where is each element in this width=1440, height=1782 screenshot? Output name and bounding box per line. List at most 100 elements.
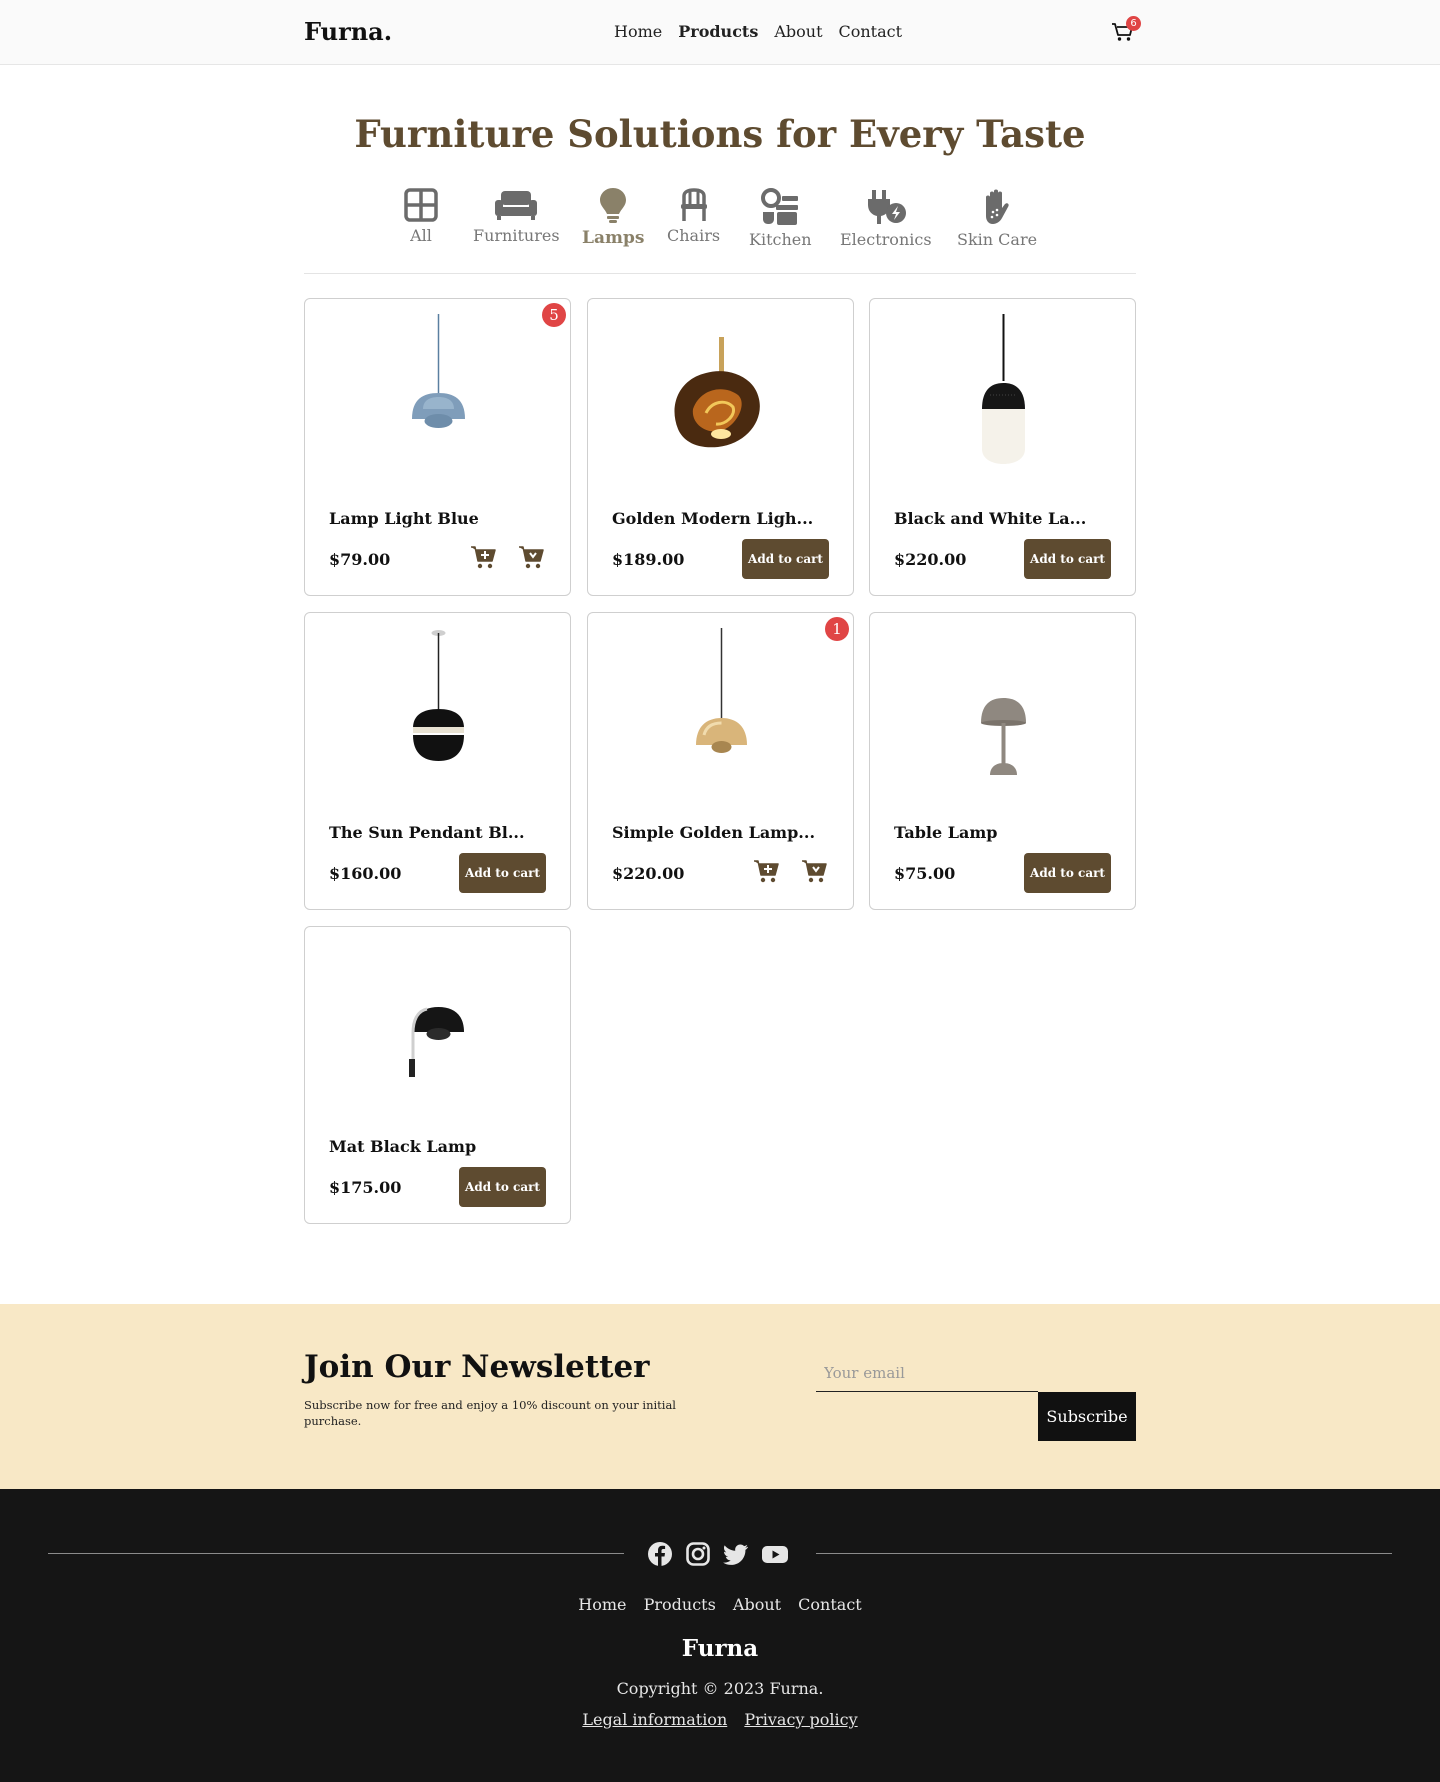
product-card[interactable]: Golden Modern Ligh... $189.00 Add to car… <box>587 298 854 596</box>
category-label: All <box>410 226 432 245</box>
youtube-link[interactable] <box>761 1541 789 1567</box>
nav-contact[interactable]: Contact <box>839 22 903 41</box>
in-cart-count-badge: 5 <box>542 303 566 327</box>
product-card[interactable]: 5 Lamp Light Blue $79.00 <box>304 298 571 596</box>
email-field[interactable] <box>816 1354 1038 1392</box>
footer-divider <box>48 1553 624 1554</box>
nav-home[interactable]: Home <box>614 22 662 41</box>
product-card[interactable]: Mat Black Lamp $175.00 Add to cart <box>304 926 571 1224</box>
twitter-icon <box>723 1544 748 1565</box>
category-label: Skin Care <box>957 230 1038 249</box>
grid-icon <box>404 188 438 222</box>
add-to-cart-button[interactable]: Add to cart <box>459 853 546 893</box>
footer-divider <box>816 1553 1392 1554</box>
newsletter-title: Join Our Newsletter <box>304 1349 650 1385</box>
category-all[interactable]: All <box>404 188 438 245</box>
copyright-text: Copyright © 2023 Furna. <box>616 1679 824 1698</box>
legal-links: Legal information Privacy policy <box>0 1710 1440 1729</box>
instagram-icon <box>686 1542 710 1566</box>
product-image <box>409 1007 464 1077</box>
product-image <box>981 698 1026 775</box>
product-price: $220.00 <box>612 864 685 883</box>
product-name: Golden Modern Ligh... <box>612 509 814 528</box>
product-name: Table Lamp <box>894 823 998 842</box>
cart-button[interactable]: 6 <box>1110 16 1141 44</box>
footer-brand: Furna <box>681 1635 759 1662</box>
instagram-link[interactable] <box>685 1541 711 1567</box>
product-name: Mat Black Lamp <box>329 1137 477 1156</box>
add-one-button[interactable] <box>753 857 781 885</box>
cart-remove-icon <box>802 860 827 883</box>
add-to-cart-button[interactable]: Add to cart <box>742 539 829 579</box>
hand-icon <box>986 189 1009 224</box>
subscribe-button[interactable]: Subscribe <box>1038 1392 1136 1441</box>
newsletter-text: Subscribe now for free and enjoy a 10% d… <box>304 1398 676 1428</box>
category-tabs: All Furnitures Lamps Chairs Kitchen Elec… <box>304 188 1136 274</box>
in-cart-count-badge: 1 <box>825 617 849 641</box>
product-image <box>413 630 464 761</box>
youtube-icon <box>762 1546 788 1563</box>
social-links <box>647 1541 789 1567</box>
product-card[interactable]: The Sun Pendant Bl... $160.00 Add to car… <box>304 612 571 910</box>
cart-quantity-controls <box>753 857 829 885</box>
footer-nav: Home Products About Contact <box>0 1595 1440 1614</box>
footer-nav-products[interactable]: Products <box>644 1595 716 1614</box>
privacy-policy-link[interactable]: Privacy policy <box>744 1710 857 1729</box>
add-one-button[interactable] <box>470 543 498 571</box>
category-furnitures[interactable]: Furnitures <box>473 188 560 245</box>
add-to-cart-button[interactable]: Add to cart <box>459 1167 546 1207</box>
product-card[interactable]: Table Lamp $75.00 Add to cart <box>869 612 1136 910</box>
product-image <box>412 314 465 428</box>
twitter-link[interactable] <box>723 1541 749 1567</box>
product-name: The Sun Pendant Bl... <box>329 823 525 842</box>
facebook-link[interactable] <box>647 1541 673 1567</box>
footer-nav-about[interactable]: About <box>733 1595 781 1614</box>
cart-remove-icon <box>519 546 544 569</box>
category-label: Electronics <box>840 230 932 249</box>
product-name: Black and White La... <box>894 509 1087 528</box>
product-image <box>982 314 1025 464</box>
footer-nav-contact[interactable]: Contact <box>798 1595 862 1614</box>
legal-information-link[interactable]: Legal information <box>582 1710 727 1729</box>
facebook-icon <box>648 1542 672 1566</box>
site-header: Furna. Home Products About Contact 6 <box>0 0 1440 65</box>
remove-one-button[interactable] <box>801 857 829 885</box>
product-card[interactable]: 1 Simple Golden Lamp... $220.00 <box>587 612 854 910</box>
category-chairs[interactable]: Chairs <box>667 188 720 245</box>
category-label: Chairs <box>667 226 721 245</box>
product-name: Lamp Light Blue <box>329 509 479 528</box>
plug-icon <box>867 190 906 224</box>
product-name: Simple Golden Lamp... <box>612 823 816 842</box>
kitchen-icon <box>761 188 799 225</box>
product-price: $75.00 <box>894 864 956 883</box>
category-label: Lamps <box>582 228 645 248</box>
sofa-icon <box>495 191 538 220</box>
product-image <box>696 628 747 753</box>
nav-products[interactable]: Products <box>678 22 758 41</box>
category-lamps[interactable]: Lamps <box>582 186 644 248</box>
nav-about[interactable]: About <box>774 22 822 41</box>
product-price: $79.00 <box>329 550 391 569</box>
category-electronics[interactable]: Electronics <box>840 188 932 249</box>
cart-plus-icon <box>471 546 496 569</box>
remove-one-button[interactable] <box>518 543 546 571</box>
category-kitchen[interactable]: Kitchen <box>749 188 812 249</box>
category-skin-care[interactable]: Skin Care <box>957 188 1037 249</box>
cart-quantity-controls <box>470 543 546 571</box>
product-card[interactable]: Black and White La... $220.00 Add to car… <box>869 298 1136 596</box>
newsletter-section: Join Our Newsletter Subscribe now for fr… <box>0 1304 1440 1489</box>
category-label: Kitchen <box>749 230 812 249</box>
site-footer: Home Products About Contact Furna Copyri… <box>0 1489 1440 1782</box>
chair-icon <box>680 188 707 221</box>
category-label: Furnitures <box>473 226 560 245</box>
site-logo[interactable]: Furna. <box>304 17 392 46</box>
add-to-cart-button[interactable]: Add to cart <box>1024 539 1111 579</box>
product-price: $189.00 <box>612 550 685 569</box>
main-nav: Home Products About Contact <box>614 22 902 41</box>
footer-nav-home[interactable]: Home <box>578 1595 626 1614</box>
product-price: $175.00 <box>329 1178 402 1197</box>
page-title: Furniture Solutions for Every Taste <box>354 112 1086 156</box>
product-price: $160.00 <box>329 864 402 883</box>
cart-plus-icon <box>754 860 779 883</box>
add-to-cart-button[interactable]: Add to cart <box>1024 853 1111 893</box>
